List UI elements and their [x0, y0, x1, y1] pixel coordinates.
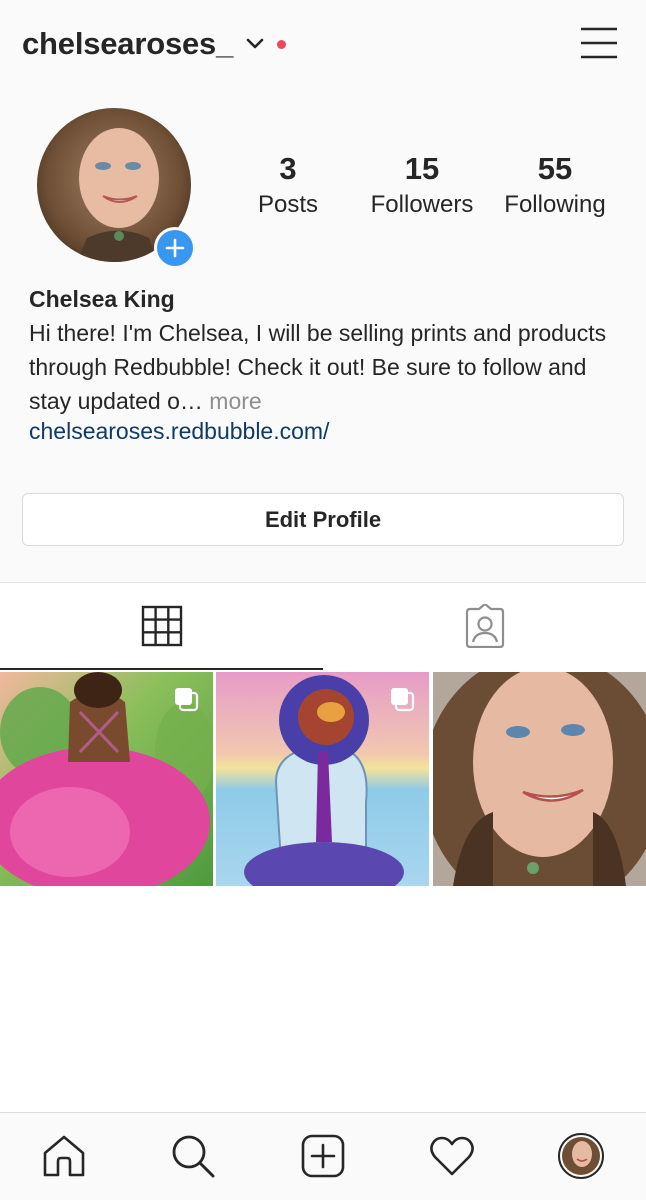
username[interactable]: chelsearoses_ — [22, 26, 233, 62]
tab-tagged[interactable] — [323, 583, 646, 669]
edit-profile-button[interactable]: Edit Profile — [22, 493, 624, 546]
search-icon — [172, 1135, 215, 1178]
heart-icon — [430, 1136, 474, 1176]
post-thumbnail[interactable] — [433, 672, 646, 886]
profile-header: 3 Posts 15 Followers 55 Following Chelse… — [0, 90, 646, 582]
posts-stat[interactable]: 3 Posts — [243, 150, 333, 222]
chevron-down-icon[interactable] — [245, 34, 265, 54]
account-switcher[interactable]: chelsearoses_ — [22, 26, 287, 62]
notification-dot — [277, 39, 287, 49]
nav-activity[interactable] — [427, 1131, 477, 1181]
multiple-posts-icon — [391, 688, 415, 712]
following-stat[interactable]: 55 Following — [495, 150, 615, 222]
followers-count: 15 — [404, 151, 440, 186]
full-name: Chelsea King — [29, 286, 175, 312]
nav-profile[interactable] — [556, 1131, 606, 1181]
posts-label: Posts — [257, 191, 319, 218]
grid-icon — [141, 605, 182, 646]
tab-grid[interactable] — [0, 583, 323, 670]
post-thumbnail[interactable] — [0, 672, 213, 886]
following-label: Following — [504, 191, 606, 218]
bio-text: Hi there! I'm Chelsea, I will be selling… — [29, 320, 607, 414]
followers-stat[interactable]: 15 Followers — [362, 150, 482, 222]
bio: Hi there! I'm Chelsea, I will be selling… — [29, 316, 629, 418]
profile-tabs — [0, 582, 646, 670]
post-thumbnail[interactable] — [216, 672, 429, 886]
website-link[interactable]: chelsearoses.redbubble.com/ — [29, 418, 329, 445]
home-icon — [43, 1135, 85, 1177]
nav-new-post[interactable] — [298, 1131, 348, 1181]
multiple-posts-icon — [175, 688, 199, 712]
bottom-navigation — [0, 1112, 646, 1200]
following-count: 55 — [537, 151, 573, 186]
hamburger-menu-icon[interactable] — [580, 26, 618, 60]
profile-avatar-icon — [558, 1133, 604, 1179]
followers-label: Followers — [370, 191, 474, 218]
top-bar: chelsearoses_ — [0, 0, 646, 90]
bio-more-link[interactable]: more — [209, 388, 261, 414]
tagged-person-icon — [465, 604, 504, 648]
posts-count: 3 — [279, 151, 297, 186]
plus-icon — [165, 238, 185, 258]
plus-square-icon — [301, 1134, 345, 1178]
posts-grid — [0, 672, 646, 886]
add-story-button[interactable] — [154, 227, 196, 269]
nav-search[interactable] — [168, 1131, 218, 1181]
nav-home[interactable] — [39, 1131, 89, 1181]
